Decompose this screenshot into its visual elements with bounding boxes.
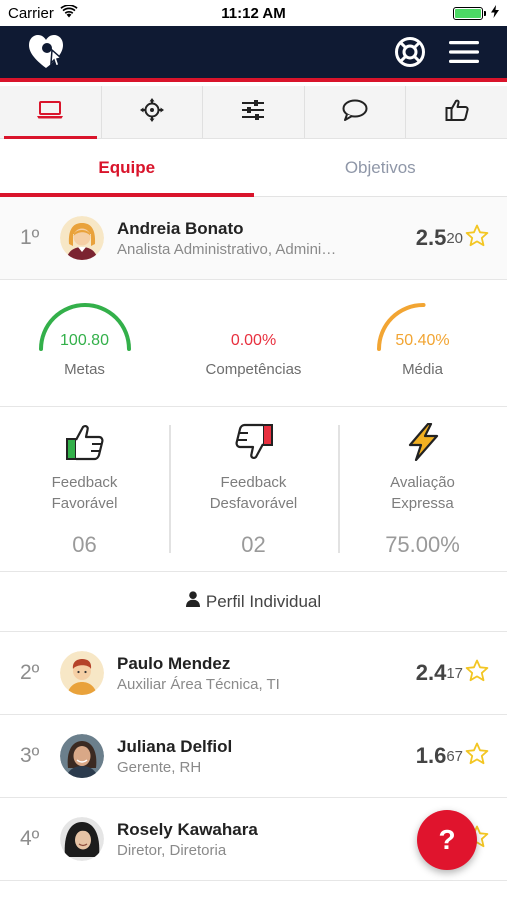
avatar [60,734,104,778]
person-info: Juliana Delfiol Gerente, RH [117,737,416,776]
tab-equipe[interactable]: Equipe [0,139,254,197]
gauge-value: 0.00% [230,332,277,349]
tab-laptop[interactable] [0,86,102,139]
feedback-value: 75.00% [385,532,460,557]
tab-crosshair[interactable] [102,86,204,138]
person-name: Juliana Delfiol [117,736,233,756]
chat-bubble-icon [342,99,368,126]
feedback-summary: Feedback Favorável 06 Feedback Desfavoráve… [0,407,507,572]
gauge-label: Metas [64,361,105,378]
app-header [0,26,507,82]
brand-logo-icon[interactable] [26,32,66,72]
star-icon[interactable] [465,742,489,770]
rank-position: 2º [20,661,40,684]
perfil-individual-button[interactable]: Perfil Individual [0,572,507,632]
person-role: Auxiliar Área Técnica, TI [117,675,280,693]
battery-icon [453,6,486,20]
person-info: Rosely Kawahara Diretor, Diretoria [117,820,463,859]
person-role: Diretor, Diretoria [117,841,227,859]
star-icon[interactable] [465,224,489,252]
person-icon [185,591,200,612]
tab-sliders[interactable] [203,86,305,138]
help-fab-button[interactable]: ? [417,810,477,870]
score: 1.6 67 [416,742,507,770]
avatar [60,651,104,695]
carrier-label: Carrier [8,4,54,22]
feedback-label: Feedback Desfavorável [209,474,298,512]
tab-chat[interactable] [305,86,407,138]
ranking-row-1[interactable]: 1º Andreia Bonato Analista Administrativ… [0,197,507,280]
gauge-metas[interactable]: 100.80 Metas [0,283,169,406]
score-main: 2.4 [415,660,447,685]
score-sub: 67 [446,747,463,765]
gauge-media[interactable]: 50.40% Média [338,283,507,406]
feedback-label: Feedback Favorável [51,474,118,512]
header-actions [393,35,481,69]
crosshair-icon [139,97,164,127]
thumbs-down-red-icon [234,423,274,466]
person-name: Andreia Bonato [117,218,244,238]
laptop-icon [36,100,64,125]
sliders-icon [241,99,265,126]
lifebuoy-icon[interactable] [393,35,427,69]
person-role: Analista Administrativo, Administrativo [117,240,337,258]
score-main: 1.6 [415,743,447,768]
charging-bolt-icon [491,4,499,22]
thumbs-up-green-icon [65,423,105,466]
person-role: Gerente, RH [117,758,202,776]
lightning-bolt-icon [406,422,440,466]
thumbs-up-icon [445,98,469,127]
person-name: Paulo Mendez [117,653,231,673]
score: 2.5 20 [416,224,507,252]
feedback-desfavoravel[interactable]: Feedback Desfavorável 02 [169,407,338,571]
ranking-row-2[interactable]: 2º Paulo Mendez Auxiliar Área Técnica, T… [0,632,507,715]
feedback-favoravel[interactable]: Feedback Favorável 06 [0,407,169,571]
rank-position: 4º [20,827,40,850]
status-left: Carrier [8,3,78,22]
star-icon[interactable] [465,659,489,687]
gauge-label: Média [402,361,443,378]
gauge-label: Competências [205,361,302,378]
score-sub: 20 [446,229,463,247]
tab-objetivos[interactable]: Objetivos [254,139,507,196]
score-sub: 17 [446,664,463,682]
person-info: Paulo Mendez Auxiliar Área Técnica, TI [117,654,416,693]
status-bar: Carrier 11:12 AM [0,0,507,26]
rank-position: 3º [20,744,40,767]
feedback-value: 06 [72,532,97,557]
avatar [60,216,104,260]
icon-tab-bar [0,86,507,139]
rank-position: 1º [20,226,40,249]
avatar [60,817,104,861]
gauge-value: 100.80 [60,332,109,349]
person-name: Rosely Kawahara [117,819,258,839]
perfil-label: Perfil Individual [205,591,322,611]
gauge-competencias[interactable]: 0.00% Competências [169,283,338,406]
hamburger-menu-icon[interactable] [447,35,481,69]
score-main: 2.5 [415,225,447,250]
segment-tabs: Equipe Objetivos [0,139,507,197]
ranking-row-3[interactable]: 3º Juliana Delfiol Gerente, RH 1.6 67 [0,715,507,798]
tab-thumbs-up[interactable] [406,86,507,138]
performance-gauges: 100.80 Metas 0.00% Competências 50.40% M… [0,283,507,407]
feedback-label: Avaliação Expressa [390,474,455,512]
wifi-icon [60,3,78,22]
score: 2.4 17 [416,659,507,687]
avaliacao-expressa[interactable]: Avaliação Expressa 75.00% [338,407,507,571]
feedback-value: 02 [241,532,266,557]
status-right [453,4,499,22]
person-info: Andreia Bonato Analista Administrativo, … [117,219,416,258]
gauge-value: 50.40% [395,332,450,349]
